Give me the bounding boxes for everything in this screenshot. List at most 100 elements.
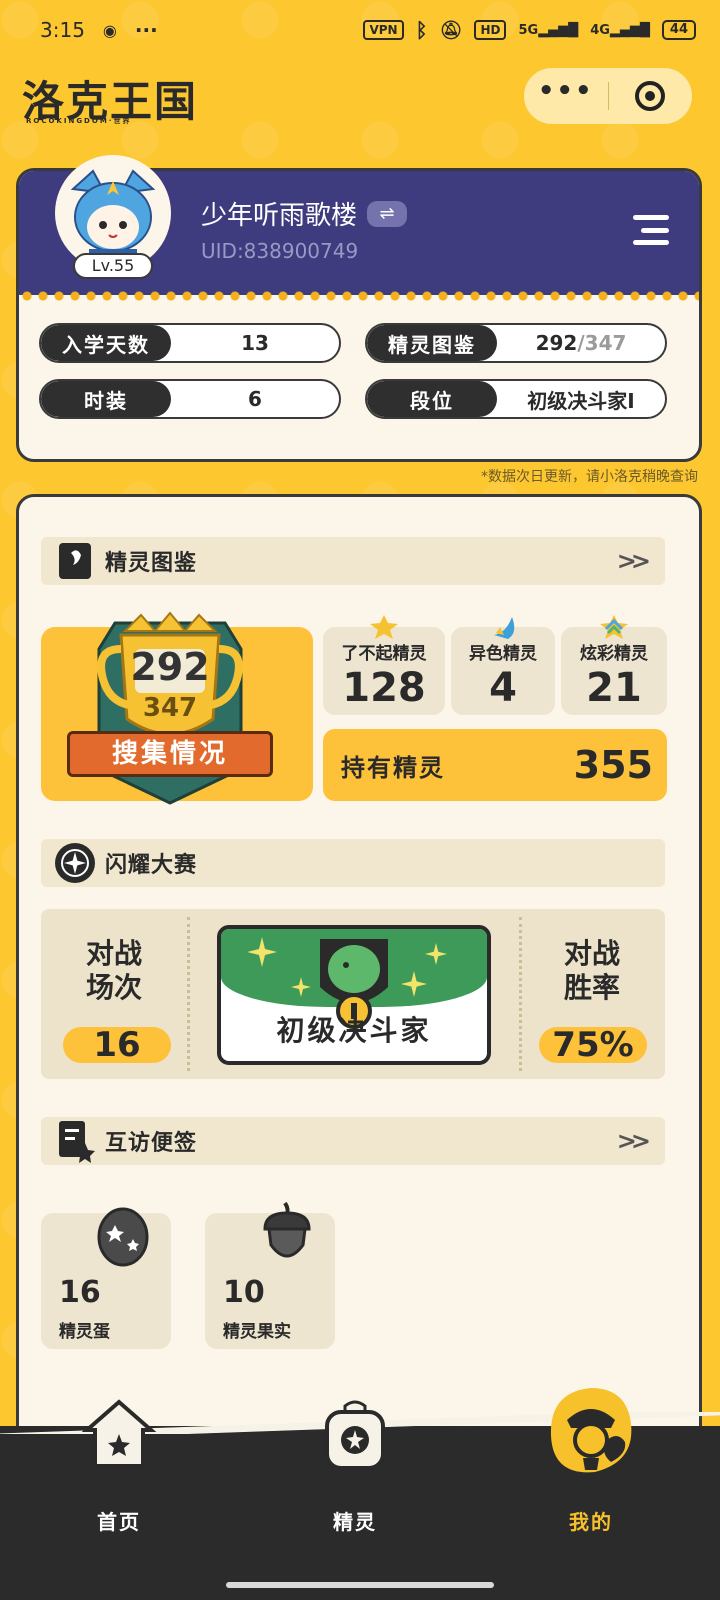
swap-icon: ⇌ — [379, 203, 395, 224]
collected-count: 292 — [130, 645, 210, 689]
acorn-icon — [263, 1201, 311, 1258]
app-notification-icon: ◉ — [102, 20, 117, 40]
header: 洛克王国 ROCOKINGDOM·世界 ••• — [0, 60, 720, 140]
bottom-navigation: 首页 精灵 我的 — [0, 1388, 720, 1600]
stat-value: 292/347 — [497, 331, 665, 355]
main-panel: 精灵图鉴 >> 292 347 搜集情况 了不起精灵 128 异色精灵 4 炫彩… — [16, 494, 702, 1454]
net1-label: 5G — [518, 22, 539, 38]
nav-label: 我的 — [569, 1510, 613, 1534]
more-options-button[interactable]: ••• — [524, 68, 608, 124]
stat-value-sub: /347 — [577, 331, 627, 355]
status-left: 3:15 ◉ ··· — [40, 18, 158, 42]
card-label: 了不起精灵 — [341, 644, 427, 664]
home-indicator[interactable] — [226, 1582, 494, 1588]
card-colorful-spirits[interactable]: 炫彩精灵 21 — [561, 615, 667, 715]
win-rate-value: 75% — [539, 1027, 647, 1063]
win-rate-title-1: 对战 — [563, 937, 620, 970]
divider-left — [187, 917, 190, 1071]
visit-card-eggs[interactable]: 16 精灵蛋 — [41, 1207, 171, 1349]
visit-label: 精灵果实 — [223, 1322, 291, 1342]
signal-5g-icon: 5G▂▄▆█ — [518, 22, 579, 38]
owned-label: 持有精灵 — [341, 753, 445, 782]
card-value: 21 — [586, 665, 642, 711]
close-miniapp-button[interactable] — [609, 68, 693, 124]
star-icon — [370, 615, 398, 639]
stat-value-main: 292 — [535, 331, 578, 355]
profile-card: Lv.55 少年听雨歌楼 ⇌ UID:838900749 入学天数 13 精灵图… — [16, 155, 702, 462]
menu-button[interactable] — [633, 215, 669, 245]
stat-value: 6 — [248, 387, 262, 411]
moon-star-icon — [494, 617, 515, 639]
net2-label: 4G — [590, 22, 610, 38]
card-value: 4 — [489, 665, 517, 711]
menu-line-icon — [633, 240, 669, 245]
collection-ribbon: 搜集情况 — [67, 731, 273, 777]
battle-count-value: 16 — [63, 1027, 171, 1063]
data-update-note: *数据次日更新，请小洛克稍晚查询 — [481, 469, 698, 485]
stat-label: 入学天数 — [41, 325, 171, 361]
user-id: UID:838900749 — [201, 239, 359, 263]
section-header-visits[interactable]: 互访便签 >> — [41, 1117, 665, 1165]
stat-rank: 段位 初级决斗家I — [365, 379, 667, 419]
stat-fashion: 时装 6 — [39, 379, 341, 419]
compass-badge-icon — [51, 839, 99, 887]
stat-school-days: 入学天数 13 — [39, 323, 341, 363]
stat-label: 精灵图鉴 — [367, 325, 497, 361]
status-bar: 3:15 ◉ ··· VPN ᛒ 🔕︎ HD 5G▂▄▆█ 4G▂▄▆█ 44 — [0, 0, 720, 60]
backpack-icon — [325, 1400, 385, 1470]
owned-value: 355 — [573, 743, 653, 787]
level-badge: Lv.55 — [73, 253, 153, 279]
battle-count-panel: 对战 场次 16 — [41, 909, 187, 1079]
hd-icon: HD — [474, 20, 507, 40]
avatar-character-icon — [59, 159, 167, 267]
status-right: VPN ᛒ 🔕︎ HD 5G▂▄▆█ 4G▂▄▆█ 44 — [363, 18, 696, 42]
card-label: 炫彩精灵 — [580, 644, 648, 664]
section-title: 闪耀大赛 — [105, 853, 198, 878]
nickname: 少年听雨歌楼 — [201, 201, 358, 231]
app-logo-subtitle: ROCOKINGDOM·世界 — [26, 117, 132, 125]
nav-mine[interactable]: 我的 — [516, 1388, 666, 1556]
sparkle-icon — [247, 937, 277, 967]
rank-board: 初级决斗家 — [217, 925, 491, 1065]
stat-pokedex: 精灵图鉴 292/347 — [365, 323, 667, 363]
signal-4g-icon: 4G▂▄▆█ — [590, 22, 650, 38]
stat-value: 初级决斗家I — [527, 388, 635, 413]
ellipsis-icon: ••• — [537, 76, 594, 106]
card-shiny-spirits[interactable]: 异色精灵 4 — [451, 617, 555, 715]
mute-icon: 🔕︎ — [439, 19, 463, 41]
menu-line-icon — [641, 227, 669, 233]
sparkle-icon — [425, 943, 447, 965]
trophy: 292 347 搜集情况 — [67, 609, 273, 805]
chevron-double-right-icon: >> — [616, 547, 651, 575]
section-header-pokedex[interactable]: 精灵图鉴 >> — [41, 537, 665, 585]
collection-card[interactable]: 292 347 搜集情况 — [41, 611, 313, 805]
more-notifications-icon: ··· — [134, 18, 158, 42]
menu-line-icon — [633, 215, 669, 220]
switch-account-button[interactable]: ⇌ — [367, 200, 408, 227]
win-rate-title-2: 胜率 — [563, 971, 620, 1004]
card-great-spirits[interactable]: 了不起精灵 128 — [323, 615, 445, 715]
battle-count-title-2: 场次 — [85, 971, 142, 1004]
card-value: 128 — [342, 665, 426, 711]
note-star-icon — [51, 1117, 99, 1165]
total-count: 347 — [142, 693, 198, 723]
stat-value: 13 — [241, 331, 269, 355]
nav-home[interactable]: 首页 — [44, 1399, 194, 1556]
visit-label: 精灵蛋 — [59, 1322, 110, 1342]
section-title: 精灵图鉴 — [105, 551, 198, 576]
sparkle-icon — [291, 977, 311, 997]
contest-board[interactable]: 对战 场次 16 初级决斗家 对战 胜率 75% — [41, 909, 665, 1079]
card-label: 异色精灵 — [469, 644, 537, 664]
section-header-contest: 闪耀大赛 — [41, 839, 665, 887]
vpn-icon: VPN — [363, 20, 404, 40]
chevron-double-right-icon: >> — [616, 1127, 651, 1155]
visit-card-fruits[interactable]: 10 精灵果实 — [205, 1201, 335, 1349]
nav-label: 首页 — [97, 1510, 141, 1534]
rank-name: 初级决斗家 — [276, 1014, 432, 1047]
battle-count-title-1: 对战 — [85, 937, 142, 970]
house-icon — [81, 1399, 157, 1468]
owned-spirits-card[interactable]: 持有精灵 355 — [323, 729, 667, 801]
visit-value: 10 — [223, 1275, 265, 1310]
nav-spirits[interactable]: 精灵 — [280, 1400, 430, 1556]
stat-label: 段位 — [367, 381, 497, 417]
